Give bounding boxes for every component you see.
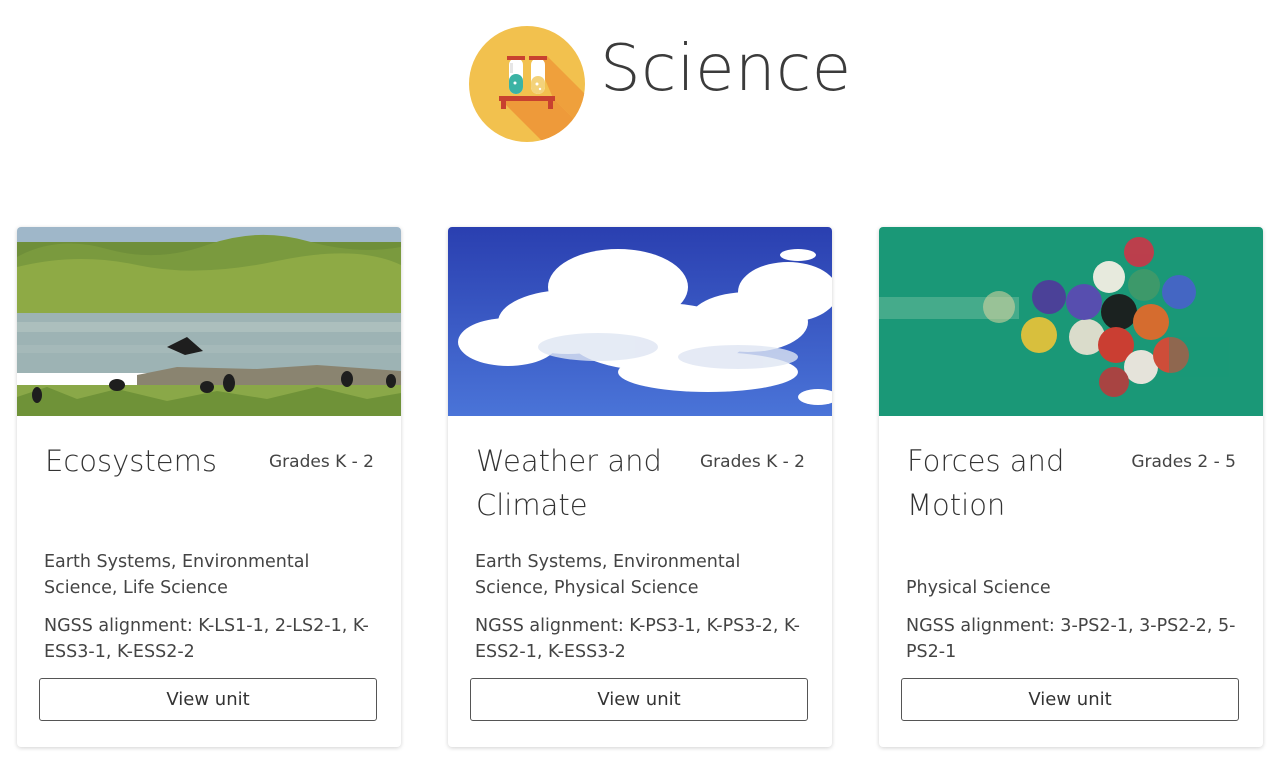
card-subjects: Earth Systems, Environmental Science, Ph… [475, 552, 741, 598]
card-title: Weather and Climate [476, 444, 662, 522]
ngss-alignment: NGSS alignment: K-LS1-1, 2-LS2-1, K-ESS3… [44, 616, 369, 662]
view-unit-button[interactable]: View unit [901, 678, 1239, 721]
grade-range: Grades K - 2 [700, 452, 805, 472]
ngss-alignment: NGSS alignment: 3-PS2-1, 3-PS2-2, 5-PS2-… [906, 616, 1236, 662]
unit-card-forces-motion: Forces and Motion Grades 2 - 5 Physical … [879, 227, 1263, 747]
page-title: Science [600, 32, 852, 106]
card-subjects: Physical Science [906, 578, 1051, 598]
wetland-birds-photo [17, 227, 401, 416]
grade-range: Grades 2 - 5 [1131, 452, 1236, 472]
unit-card-ecosystems: Ecosystems Grades K - 2 Earth Systems, E… [17, 227, 401, 747]
unit-card-weather-climate: Weather and Climate Grades K - 2 Earth S… [448, 227, 832, 747]
view-unit-button[interactable]: View unit [470, 678, 808, 721]
test-tubes-icon [469, 26, 585, 142]
card-subjects: Earth Systems, Environmental Science, Li… [44, 552, 310, 598]
page-header: Science [0, 0, 1280, 160]
billiard-balls-photo [879, 227, 1263, 416]
clouds-sky-photo [448, 227, 832, 416]
grade-range: Grades K - 2 [269, 452, 374, 472]
ngss-alignment: NGSS alignment: K-PS3-1, K-PS3-2, K-ESS2… [475, 616, 800, 662]
view-unit-button[interactable]: View unit [39, 678, 377, 721]
card-title: Ecosystems [45, 444, 217, 478]
card-title: Forces and Motion [907, 444, 1065, 522]
